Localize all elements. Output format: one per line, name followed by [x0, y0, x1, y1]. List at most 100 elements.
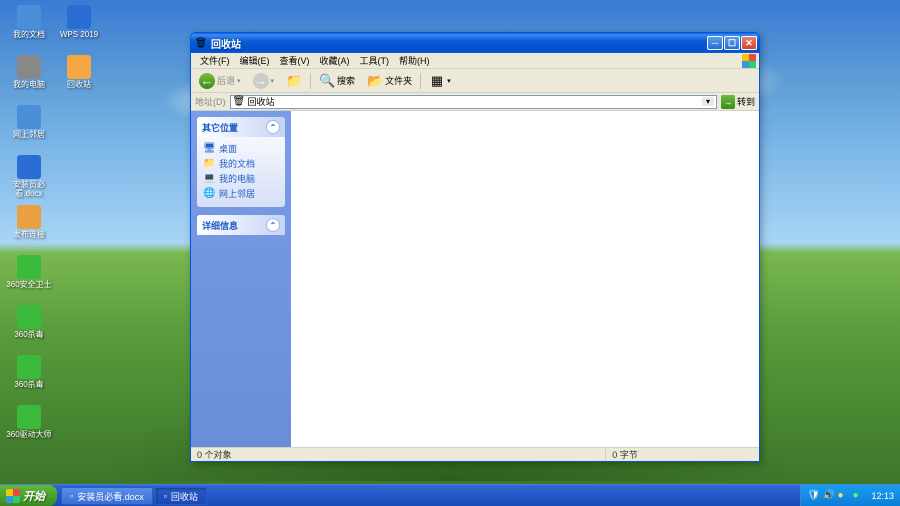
desktop-icon-image [67, 55, 91, 79]
desktop-icon-label: 安装员必看.docx [5, 181, 53, 199]
taskbar-item-label: 安装员必看.docx [77, 490, 144, 503]
details-header[interactable]: 详细信息 ⌃ [197, 215, 285, 235]
clock[interactable]: 12:13 [871, 491, 894, 501]
tray-icon[interactable]: 🔊 [822, 490, 834, 502]
desktop-icon-image [17, 55, 41, 79]
desktop-icon-label: 我的文档 [13, 31, 45, 40]
search-button[interactable]: 🔍 搜索 [315, 71, 359, 91]
other-places-header[interactable]: 其它位置 ⌃ [197, 117, 285, 137]
desktop-icon-label: 360杀毒 [14, 331, 43, 340]
forward-arrow-icon: → [253, 73, 269, 89]
search-label: 搜索 [337, 74, 355, 87]
desktop-icon[interactable]: 我的文档 [5, 5, 53, 49]
desktop-icon-image [17, 105, 41, 129]
desktop-icon[interactable]: 回收站 [55, 55, 103, 99]
tasks-sidebar: 其它位置 ⌃ 🖥 桌面📁我的文档💻我的电脑 🌐 网上邻居 详细信息 ⌃ [191, 111, 291, 447]
folders-label: 文件夹 [385, 74, 412, 87]
desktop-icon-label: 360安全卫士 [6, 281, 51, 290]
go-label: 转到 [737, 95, 755, 108]
toolbar-separator [420, 73, 421, 89]
menu-item[interactable]: 帮助(H) [394, 53, 435, 68]
taskbar-item[interactable]: ▫ 回收站 [155, 487, 207, 505]
desktop-icon-image [17, 205, 41, 229]
desktop[interactable]: 我的文档我的电脑网上邻居安装员必看.docx发布连接360安全卫士360杀毒36… [0, 0, 900, 506]
desktop-icon[interactable]: 360杀毒 [5, 305, 53, 349]
titlebar[interactable]: 🗑 回收站 ─ ☐ ✕ [191, 33, 759, 53]
taskbar-item-icon: ▫ [164, 491, 167, 501]
tray-icon[interactable]: 🛡 [807, 490, 819, 502]
taskbar-item-label: 回收站 [171, 490, 198, 503]
desktop-icon-label: 发布连接 [13, 231, 45, 240]
up-folder-icon: 📁 [286, 73, 302, 89]
menu-item[interactable]: 文件(F) [195, 53, 235, 68]
desktop-icon-label: 网上邻居 [13, 131, 45, 140]
close-button[interactable]: ✕ [741, 36, 757, 50]
back-button[interactable]: ← 后退 ▾ [195, 71, 245, 91]
tray-icon[interactable]: ● [837, 490, 849, 502]
toolbar-separator [310, 73, 311, 89]
desktop-icon-label: 360驱动大师 [6, 431, 51, 440]
desktop-icon-label: 回收站 [67, 81, 91, 90]
desktop-icon[interactable]: 网上邻居 [5, 105, 53, 149]
desktop-icon-image [17, 255, 41, 279]
desktop-icon-label: WPS 2019 [60, 31, 98, 40]
link-label: 网上邻居 [219, 187, 255, 200]
menu-item[interactable]: 工具(T) [355, 53, 395, 68]
titlebar-buttons: ─ ☐ ✕ [707, 36, 757, 50]
desktop-icon[interactable]: 360杀毒 [5, 355, 53, 399]
recycle-bin-icon: 🗑 [233, 96, 245, 108]
views-icon: ▦ [429, 73, 445, 89]
desktop-icon-image [17, 5, 41, 29]
link-label: 我的文档 [219, 157, 255, 170]
link-label: 桌面 [219, 142, 237, 155]
up-button[interactable]: 📁 [282, 71, 306, 91]
menu-item[interactable]: 编辑(E) [235, 53, 275, 68]
taskbar-item[interactable]: ▫安装员必看.docx [61, 487, 153, 505]
explorer-window: 🗑 回收站 ─ ☐ ✕ 文件(F)编辑(E)查看(V)收藏(A)工具(T)帮助(… [190, 32, 760, 462]
desktop-icon[interactable]: 我的电脑 [5, 55, 53, 99]
desktop-icon[interactable]: 360安全卫士 [5, 255, 53, 299]
address-dropdown-icon[interactable]: ▾ [702, 97, 714, 106]
file-list-area[interactable] [291, 111, 759, 447]
other-places-title: 其它位置 [202, 121, 238, 134]
address-field[interactable]: 🗑 回收站 ▾ [230, 95, 717, 109]
start-button[interactable]: 开始 [0, 485, 57, 506]
menu-item[interactable]: 查看(V) [275, 53, 315, 68]
recycle-bin-icon: 🗑 [195, 37, 207, 49]
content-area: 其它位置 ⌃ 🖥 桌面📁我的文档💻我的电脑 🌐 网上邻居 详细信息 ⌃ [191, 111, 759, 447]
minimize-button[interactable]: ─ [707, 36, 723, 50]
folders-button[interactable]: 📂 文件夹 [363, 71, 416, 91]
address-label: 地址(D) [195, 95, 226, 108]
sidebar-link[interactable]: 💻我的电脑 [203, 171, 279, 186]
back-arrow-icon: ← [199, 73, 215, 89]
sidebar-link[interactable]: 🖥 桌面 [203, 141, 279, 156]
collapse-icon[interactable]: ⌃ [266, 218, 280, 232]
details-section: 详细信息 ⌃ [197, 215, 285, 235]
address-value: 回收站 [248, 95, 702, 108]
desktop-icon-image [17, 355, 41, 379]
toolbar: ← 后退 ▾ → ▾ 📁 🔍 搜索 📂 文件夹 ▦ [191, 69, 759, 93]
desktop-icon[interactable]: 发布连接 [5, 205, 53, 249]
taskbar-items: ▫安装员必看.docx ▫ 回收站 [61, 485, 207, 506]
sidebar-link[interactable]: 🌐 网上邻居 [203, 186, 279, 201]
status-bytes: 0 字节 [606, 448, 759, 461]
forward-dropdown-icon: ▾ [271, 77, 275, 85]
collapse-icon[interactable]: ⌃ [266, 120, 280, 134]
desktop-icon[interactable]: 安装员必看.docx [5, 155, 53, 199]
go-button[interactable]: → 转到 [721, 95, 755, 109]
sidebar-link[interactable]: 📁我的文档 [203, 156, 279, 171]
search-icon: 🔍 [319, 73, 335, 89]
link-icon: 🌐 [203, 188, 215, 200]
menu-item[interactable]: 收藏(A) [315, 53, 355, 68]
desktop-icon[interactable]: WPS 2019 [55, 5, 103, 49]
tray-icon[interactable]: ● [852, 490, 864, 502]
views-button[interactable]: ▦ ▾ [425, 71, 455, 91]
desktop-icon-image [17, 405, 41, 429]
addressbar: 地址(D) 🗑 回收站 ▾ → 转到 [191, 93, 759, 111]
link-icon: 🖥 [203, 143, 215, 155]
forward-button[interactable]: → ▾ [249, 71, 279, 91]
maximize-button[interactable]: ☐ [724, 36, 740, 50]
desktop-icon[interactable]: 360驱动大师 [5, 405, 53, 449]
desktop-icon-image [17, 155, 41, 179]
taskbar: 开始 ▫安装员必看.docx ▫ 回收站 🛡 🔊 ● ● 12:13 [0, 484, 900, 506]
